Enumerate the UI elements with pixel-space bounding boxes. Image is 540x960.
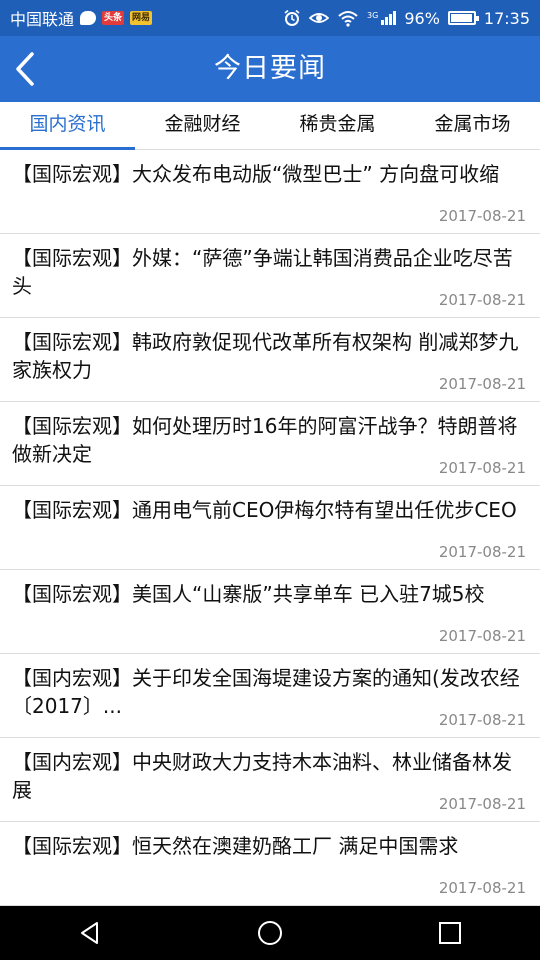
square-recents-icon: [439, 922, 461, 944]
battery-level: [450, 14, 472, 22]
battery-icon: [447, 11, 479, 25]
back-button[interactable]: [6, 46, 50, 92]
wifi-icon: [338, 11, 358, 27]
tab-precious-metals[interactable]: 稀贵金属: [270, 102, 405, 149]
chevron-left-icon: [16, 52, 34, 86]
triangle-back-icon: [81, 922, 98, 944]
news-list: 【国际宏观】大众发布电动版“微型巴士” 方向盘可收缩 2017-08-21 【国…: [0, 150, 540, 906]
tab-domestic-news[interactable]: 国内资讯: [0, 102, 135, 150]
news-app-notification-icon: 头条: [102, 11, 125, 25]
app-notification-icon: 网易: [130, 11, 153, 25]
signal-icon: 3G: [367, 11, 397, 25]
clock: 17:35: [483, 8, 530, 28]
nav-back-button[interactable]: [60, 906, 120, 960]
news-date: 2017-08-21: [438, 291, 526, 309]
alarm-icon: [284, 9, 300, 26]
list-item[interactable]: 【国内宏观】中央财政大力支持木本油料、林业储备林发展 2017-08-21: [0, 738, 540, 822]
news-date: 2017-08-21: [438, 711, 526, 729]
circle-home-icon: [258, 921, 282, 945]
news-date: 2017-08-21: [438, 375, 526, 393]
network-type-label: 3G: [367, 11, 379, 20]
status-bar: 中国联通 头条 网易 3G 96% 17:35: [0, 0, 540, 36]
news-date: 2017-08-21: [438, 543, 526, 561]
list-item[interactable]: 【国际宏观】恒天然在澳建奶酪工厂 满足中国需求 2017-08-21: [0, 822, 540, 906]
carrier-name: 中国联通: [10, 10, 75, 29]
battery-percent: 96%: [404, 8, 440, 28]
app-header: 今日要闻: [0, 36, 540, 102]
news-date: 2017-08-21: [438, 879, 526, 897]
list-item[interactable]: 【国际宏观】通用电气前CEO伊梅尔特有望出任优步CEO 2017-08-21: [0, 486, 540, 570]
list-item[interactable]: 【国内宏观】关于印发全国海堤建设方案的通知(发改农经〔2017〕... 2017…: [0, 654, 540, 738]
list-item[interactable]: 【国际宏观】外媒：“萨德”争端让韩国消费品企业吃尽苦头 2017-08-21: [0, 234, 540, 318]
news-date: 2017-08-21: [438, 207, 526, 225]
category-tabs: 国内资讯 金融财经 稀贵金属 金属市场: [0, 102, 540, 150]
message-notification-icon: [80, 11, 97, 25]
news-date: 2017-08-21: [438, 795, 526, 813]
page-title: 今日要闻: [214, 53, 326, 84]
news-date: 2017-08-21: [438, 627, 526, 645]
list-item[interactable]: 【国际宏观】大众发布电动版“微型巴士” 方向盘可收缩 2017-08-21: [0, 150, 540, 234]
news-date: 2017-08-21: [438, 459, 526, 477]
list-item[interactable]: 【国际宏观】韩政府敦促现代改革所有权架构 削减郑梦九家族权力 2017-08-2…: [0, 318, 540, 402]
tab-finance[interactable]: 金融财经: [135, 102, 270, 149]
nav-home-button[interactable]: [240, 906, 300, 960]
list-item[interactable]: 【国际宏观】美国人“山寨版”共享单车 已入驻7城5校 2017-08-21: [0, 570, 540, 654]
eye-comfort-icon: [309, 13, 330, 23]
list-item[interactable]: 【国际宏观】如何处理历时16年的阿富汗战争？特朗普将做新决定 2017-08-2…: [0, 402, 540, 486]
tab-metal-market[interactable]: 金属市场: [405, 102, 540, 149]
system-navigation-bar: [0, 906, 540, 960]
nav-recents-button[interactable]: [420, 906, 480, 960]
